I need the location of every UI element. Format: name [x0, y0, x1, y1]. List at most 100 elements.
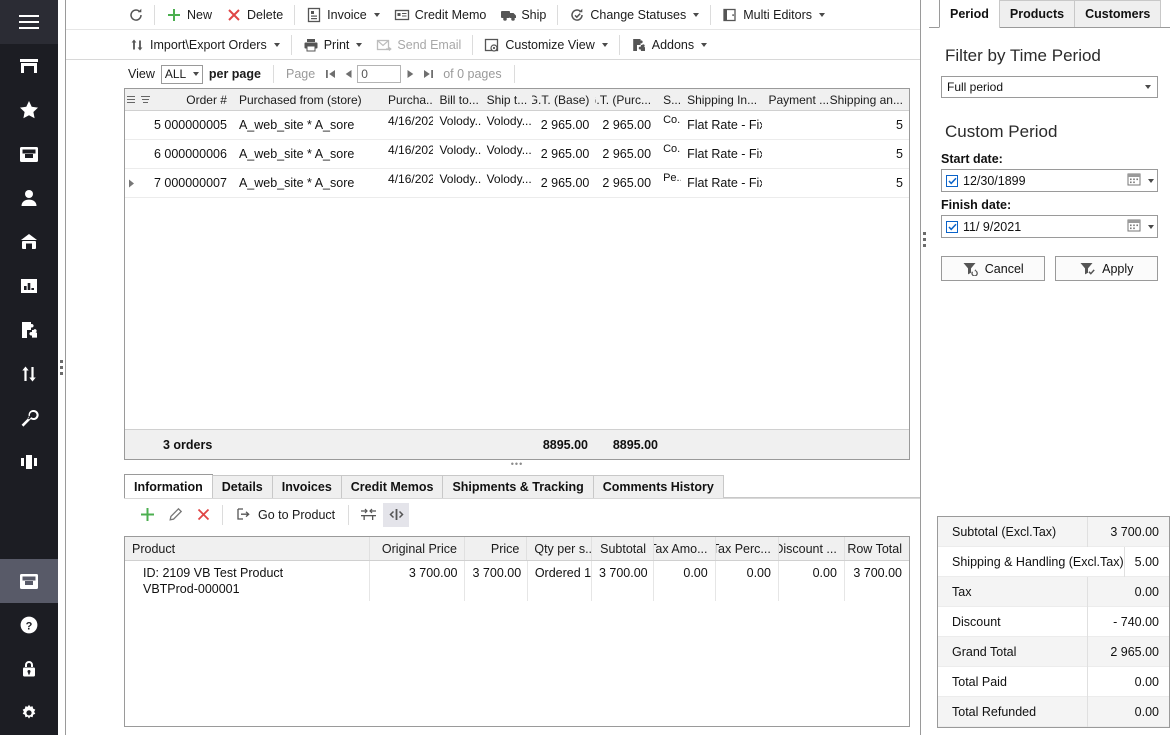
previous-page-button[interactable] — [339, 65, 357, 83]
cell-product: ID: 2109 VB Test Product VBTProd-000001 — [125, 561, 371, 601]
credit-memo-button[interactable]: Credit Memo — [387, 3, 494, 27]
sidebar-item-inbox[interactable] — [0, 132, 58, 176]
basket-icon — [18, 231, 40, 253]
refresh-icon — [128, 7, 144, 23]
table-row[interactable]: ID: 2109 VB Test Product VBTProd-000001 … — [125, 561, 909, 601]
column-header-store[interactable]: Purchased from (store) — [233, 89, 382, 111]
totals-value: 5.00 — [1123, 546, 1169, 577]
inbox-icon — [18, 570, 40, 592]
calendar-icon[interactable] — [1127, 172, 1141, 189]
first-page-button[interactable] — [321, 65, 339, 83]
customize-view-button[interactable]: Customize View — [477, 33, 614, 57]
grid-menu-icon[interactable] — [125, 95, 139, 104]
tab-shipments-tracking[interactable]: Shipments & Tracking — [442, 475, 594, 498]
start-date-checkbox[interactable] — [946, 174, 958, 187]
column-header-ship-to[interactable]: Ship t... — [481, 89, 532, 111]
column-header-tax-amount[interactable]: Tax Amo... — [654, 537, 716, 560]
start-date-field[interactable]: 12/30/1899 — [941, 169, 1158, 192]
go-to-product-button[interactable]: Go to Product — [229, 503, 342, 527]
toggle-panel-button[interactable] — [383, 502, 410, 527]
column-header-order-no[interactable]: Order # — [152, 89, 233, 111]
tab-customers[interactable]: Customers — [1074, 0, 1162, 27]
chevron-down-icon[interactable] — [1148, 178, 1154, 183]
sidebar-item-products[interactable] — [0, 220, 58, 264]
finish-date-checkbox[interactable] — [946, 220, 958, 233]
cancel-button[interactable]: Cancel — [941, 256, 1045, 281]
column-header-subtotal[interactable]: Subtotal — [592, 537, 654, 560]
table-row[interactable]: 5 000000005 A_web_site * A_sore 4/16/202… — [125, 111, 909, 140]
chevron-down-icon[interactable] — [1148, 224, 1154, 229]
last-page-button[interactable] — [419, 65, 437, 83]
tab-period[interactable]: Period — [939, 0, 1000, 28]
totals-value: 0.00 — [1087, 666, 1169, 697]
tab-invoices[interactable]: Invoices — [271, 475, 342, 498]
print-button[interactable]: Print — [296, 33, 370, 57]
refresh-button[interactable] — [122, 3, 150, 27]
multi-editors-button[interactable]: Multi Editors — [715, 3, 832, 27]
column-header-shipping-info[interactable]: Shipping In... — [681, 89, 762, 111]
sidebar-item-settings[interactable] — [0, 691, 58, 735]
table-row[interactable]: 6 000000006 A_web_site * A_sore 4/16/202… — [125, 140, 909, 169]
per-page-select[interactable]: ALL — [160, 64, 203, 84]
orders-grid-footer: 3 orders 8895.00 8895.00 — [125, 429, 909, 459]
tab-information[interactable]: Information — [124, 474, 213, 498]
tab-details[interactable]: Details — [211, 475, 273, 498]
hamburger-menu-button[interactable] — [0, 0, 58, 44]
column-header-qty[interactable]: Qty per s... — [527, 537, 592, 560]
apply-button[interactable]: Apply — [1054, 256, 1158, 281]
column-header-shipping-amount[interactable]: Shipping an... — [828, 89, 909, 111]
add-product-button[interactable] — [134, 503, 160, 527]
delete-product-button[interactable] — [190, 503, 216, 527]
tab-comments-history[interactable]: Comments History — [592, 475, 724, 498]
finish-date-field[interactable]: 11/ 9/2021 — [941, 215, 1158, 238]
next-page-button[interactable] — [401, 65, 419, 83]
change-statuses-button[interactable]: Change Statuses — [562, 3, 706, 27]
sidebar-item-security[interactable] — [0, 647, 58, 691]
sidebar-item-columns[interactable] — [0, 440, 58, 484]
sidebar-item-import-export[interactable] — [0, 352, 58, 396]
left-splitter[interactable] — [58, 0, 66, 735]
sidebar-item-help[interactable]: ? — [0, 603, 58, 647]
sidebar-item-orders[interactable] — [0, 559, 58, 603]
column-header-row-total[interactable]: Row Total — [845, 537, 909, 560]
column-header-payment[interactable]: Payment ... — [762, 89, 828, 111]
filter-apply-icon — [1079, 261, 1095, 277]
column-header-gt-base[interactable]: G.T. (Base) — [532, 89, 595, 111]
fit-columns-button[interactable] — [355, 503, 381, 527]
sidebar-item-favorites[interactable] — [0, 88, 58, 132]
tab-products[interactable]: Products — [998, 0, 1076, 27]
new-button[interactable]: New — [159, 3, 219, 27]
column-header-status[interactable]: S... — [657, 89, 681, 111]
column-header-bill-to[interactable]: Bill to... — [433, 89, 480, 111]
page-number-input[interactable]: 0 — [357, 65, 402, 83]
sidebar-item-tools[interactable] — [0, 396, 58, 440]
send-email-button[interactable]: Send Email — [369, 33, 468, 57]
column-header-original-price[interactable]: Original Price — [370, 537, 465, 560]
column-header-discount[interactable]: Discount ... — [779, 537, 845, 560]
sidebar-item-customers[interactable] — [0, 176, 58, 220]
totals-row: Tax 0.00 — [938, 576, 1169, 607]
ship-button[interactable]: Ship — [493, 3, 553, 27]
toolbar-separator — [154, 4, 155, 25]
total-pages-label: of 0 pages — [443, 67, 502, 81]
column-header-gt-purchased[interactable]: G.T. (Purc... — [595, 89, 657, 111]
column-header-purchased[interactable]: Purcha... — [382, 89, 433, 111]
addons-button[interactable]: Addons — [624, 33, 714, 57]
period-select[interactable]: Full period — [941, 76, 1158, 98]
right-splitter[interactable] — [920, 0, 928, 735]
horizontal-splitter[interactable]: ••• — [124, 460, 910, 470]
import-export-orders-button[interactable]: Import\Export Orders — [122, 33, 287, 57]
column-header-price[interactable]: Price — [465, 537, 528, 560]
sidebar-item-addons[interactable] — [0, 308, 58, 352]
invoice-button[interactable]: Invoice — [299, 3, 387, 27]
calendar-icon[interactable] — [1127, 218, 1141, 235]
sidebar-item-reports[interactable] — [0, 264, 58, 308]
column-header-tax-percent[interactable]: Tax Perc... — [716, 537, 779, 560]
tab-credit-memos[interactable]: Credit Memos — [340, 475, 444, 498]
delete-button[interactable]: Delete — [219, 3, 290, 27]
grid-filter-icon[interactable] — [139, 95, 153, 104]
column-header-product[interactable]: Product — [125, 537, 370, 560]
edit-product-button[interactable] — [162, 503, 188, 527]
sidebar-item-store[interactable] — [0, 44, 58, 88]
table-row[interactable]: 7 000000007 A_web_site * A_sore 4/16/202… — [125, 169, 909, 198]
